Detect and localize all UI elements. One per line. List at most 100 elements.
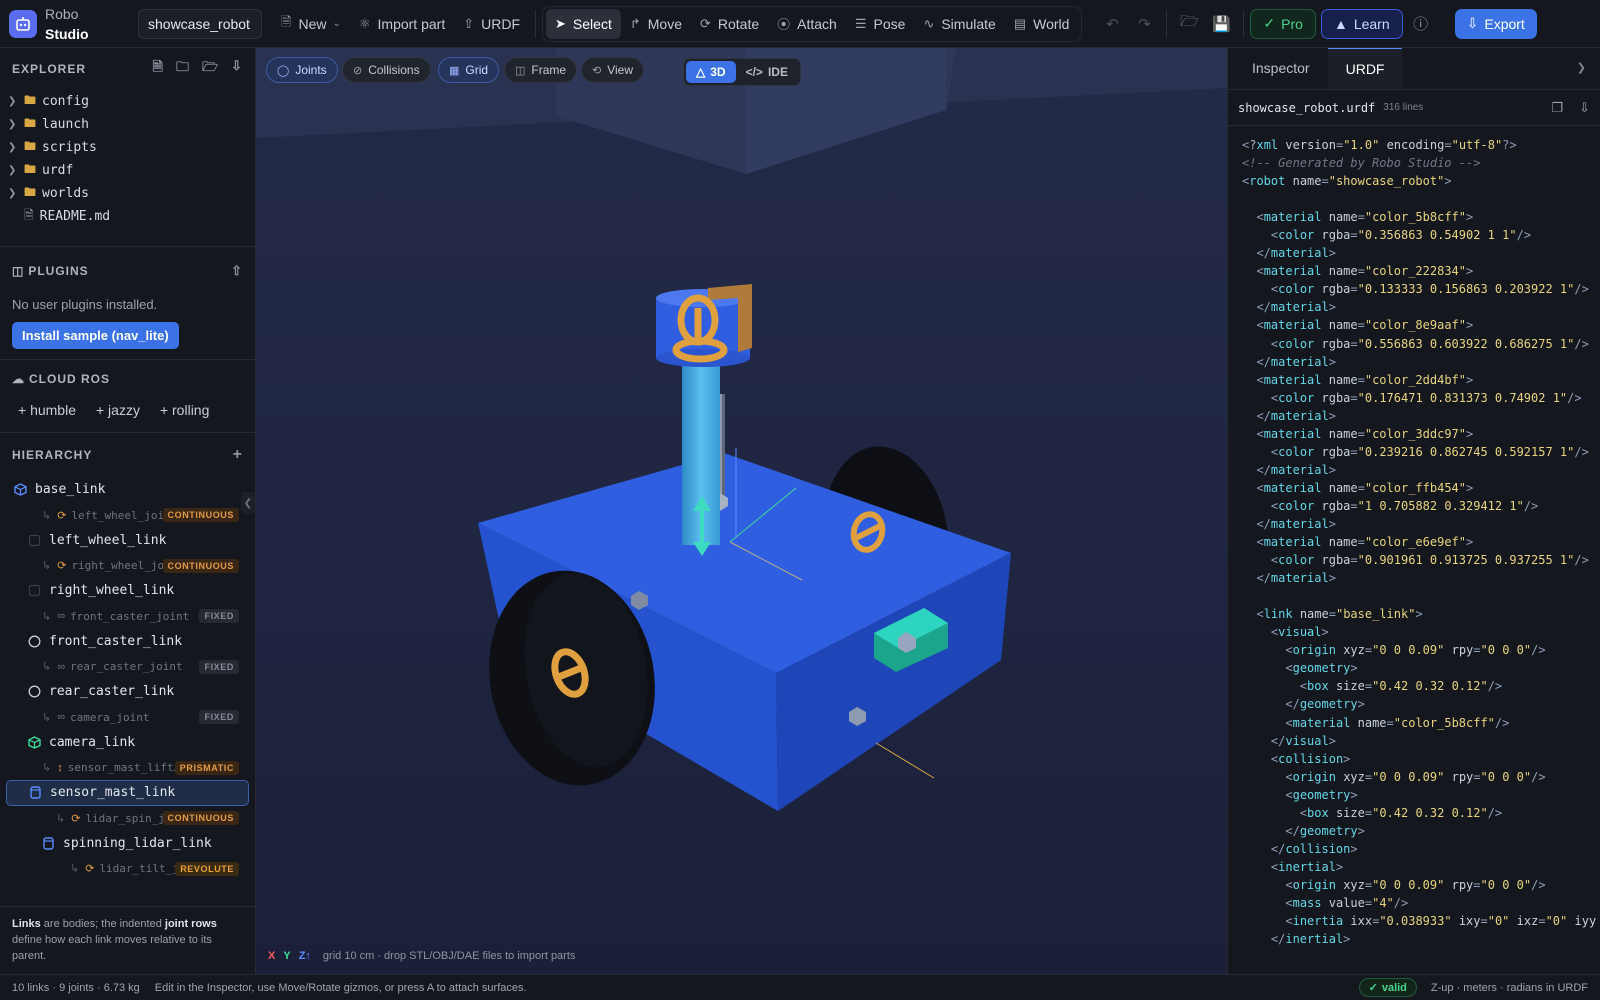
hierarchy-joint-row[interactable]: ↳ ⟳ lidar_tilt_j… REVOLUTE bbox=[6, 856, 249, 881]
code-line: <visual> bbox=[1270, 625, 1329, 640]
frame-toggle[interactable]: ◫ Frame bbox=[504, 57, 578, 83]
rotate-icon: ⟳ bbox=[699, 15, 711, 31]
urdf-code-view[interactable]: <?xml version="1.0" encoding="utf-8"?> <!… bbox=[1228, 126, 1600, 948]
validity-label: valid bbox=[1381, 981, 1407, 994]
new-label: New bbox=[298, 15, 327, 32]
add-humble-button[interactable]: + humble bbox=[18, 402, 76, 418]
joint-type-icon: ∞ bbox=[57, 660, 66, 673]
rotate-mode-button[interactable]: ⟳ Rotate bbox=[691, 9, 768, 39]
tree-folder-worlds[interactable]: ❯ 🖿 worlds bbox=[0, 182, 255, 205]
learn-button[interactable]: ▲ Learn bbox=[1320, 8, 1403, 39]
select-mode-button[interactable]: ➤ Select bbox=[546, 8, 621, 39]
tree-folder-urdf[interactable]: ❯ 🖿 urdf bbox=[0, 159, 255, 182]
tree-folder-launch[interactable]: ❯ 🖿 launch bbox=[0, 113, 255, 136]
code-line: <box size="0.42 0.32 0.12"/> bbox=[1299, 805, 1503, 820]
code-line: <material name="color_8e9aaf"> bbox=[1256, 318, 1474, 333]
map-icon: ▤ bbox=[1013, 15, 1027, 31]
hierarchy-joint-row[interactable]: ↳ ∞ rear_caster_joint FIXED bbox=[6, 654, 249, 679]
hierarchy-link-row[interactable]: front_caster_link bbox=[6, 629, 249, 655]
check-circle-icon: ✓ bbox=[1368, 982, 1378, 994]
view-ide-button[interactable]: </> IDE bbox=[736, 61, 798, 83]
tree-file-readme[interactable]: 🗎 README.md bbox=[0, 205, 255, 228]
link-name: base_link bbox=[35, 482, 106, 498]
save-icon[interactable]: 💾 bbox=[1205, 9, 1237, 39]
child-arrow-icon: ↳ bbox=[42, 509, 52, 522]
hierarchy-joint-row[interactable]: ↳ ⟳ lidar_spin_j… CONTINUOUS bbox=[6, 806, 249, 831]
tab-inspector[interactable]: Inspector bbox=[1234, 48, 1328, 89]
units-info: Z-up · meters · radians in URDF bbox=[1430, 981, 1588, 994]
scene-canvas[interactable] bbox=[256, 48, 1227, 974]
3d-viewport[interactable]: ◯ Joints ⊘ Collisions ▦ Grid ◫ Frame ⟲ View △… bbox=[256, 48, 1227, 974]
tree-folder-scripts[interactable]: ❯ 🖿 scripts bbox=[0, 136, 255, 159]
new-folder-icon[interactable]: 🗀 bbox=[176, 58, 190, 80]
hierarchy-joint-row[interactable]: ↳ ↕ sensor_mast_lift… PRISMATIC bbox=[6, 755, 249, 780]
folder-icon: 🖿 bbox=[24, 185, 37, 199]
new-file-icon[interactable]: 🗎 bbox=[153, 58, 164, 80]
hierarchy-link-row[interactable]: base_link bbox=[6, 477, 249, 503]
hierarchy-joint-row[interactable]: ↳ ∞ camera_joint FIXED bbox=[6, 705, 249, 730]
add-rolling-button[interactable]: + rolling bbox=[160, 402, 209, 418]
download-icon[interactable]: ⇩ bbox=[231, 58, 243, 80]
urdf-file-bar: showcase_robot.urdf 316 lines ❐ ⇩ bbox=[1228, 90, 1600, 126]
view-3d-button[interactable]: △ 3D bbox=[686, 61, 736, 83]
select-mode-label: Select bbox=[572, 15, 612, 32]
hierarchy-link-row[interactable]: sensor_mast_link bbox=[6, 780, 249, 806]
child-arrow-icon: ↳ bbox=[42, 711, 52, 724]
urdf-label: URDF bbox=[481, 15, 521, 32]
grid-toggle[interactable]: ▦ Grid bbox=[438, 57, 500, 83]
hierarchy-link-row[interactable]: left_wheel_link bbox=[6, 528, 249, 554]
pose-mode-button[interactable]: ☰ Pose bbox=[846, 9, 915, 39]
grid-toggle-label: Grid bbox=[465, 63, 489, 77]
import-part-button[interactable]: ⚛ Import part bbox=[350, 9, 454, 39]
install-sample-button[interactable]: Install sample (nav_lite) bbox=[12, 322, 179, 349]
download-icon[interactable]: ⇩ bbox=[1579, 100, 1590, 116]
code-line: </collision> bbox=[1270, 841, 1358, 856]
joint-type-icon: ⟳ bbox=[71, 812, 81, 825]
hierarchy-joint-row[interactable]: ↳ ⟳ left_wheel_joi… CONTINUOUS bbox=[6, 503, 249, 528]
code-line: <material name="color_5b8cff"/> bbox=[1285, 715, 1510, 730]
redo-icon[interactable]: ↷ bbox=[1128, 9, 1160, 39]
hierarchy-link-row[interactable]: rear_caster_link bbox=[6, 679, 249, 705]
hierarchy-joint-row[interactable]: ↳ ∞ front_caster_joint FIXED bbox=[6, 604, 249, 629]
view-toggle[interactable]: ⟲ View bbox=[581, 57, 645, 83]
urdf-button[interactable]: ⇧ URDF bbox=[454, 9, 529, 39]
hierarchy-joint-row[interactable]: ↳ ⟳ right_wheel_jo… CONTINUOUS bbox=[6, 553, 249, 578]
project-name-field[interactable]: showcase_robot bbox=[138, 8, 262, 39]
hierarchy-link-row[interactable]: right_wheel_link bbox=[6, 578, 249, 604]
hierarchy-header: HIERARCHY + bbox=[0, 433, 255, 477]
simulate-mode-button[interactable]: ∿ Simulate bbox=[914, 9, 1004, 39]
hierarchy-link-row[interactable]: spinning_lidar_link bbox=[6, 831, 249, 857]
upload-icon[interactable]: ⇧ bbox=[231, 263, 243, 279]
z-axis-label: Z↑ bbox=[298, 950, 311, 962]
export-button[interactable]: ⇩ Export bbox=[1454, 8, 1537, 39]
tree-folder-config[interactable]: ❯ 🖿 config bbox=[0, 90, 255, 113]
copy-icon[interactable]: ❐ bbox=[1551, 100, 1563, 116]
collapse-right-icon[interactable]: ❯ bbox=[1577, 61, 1586, 74]
joint-type-icon: ∞ bbox=[57, 610, 66, 622]
link-name: right_wheel_link bbox=[49, 583, 175, 599]
joint-type-icon: ⟳ bbox=[57, 560, 67, 572]
add-jazzy-button[interactable]: + jazzy bbox=[96, 402, 140, 418]
joint-name: lidar_spin_j… bbox=[85, 811, 172, 825]
pro-button[interactable]: ✓ Pro bbox=[1250, 8, 1316, 39]
top-toolbar: Robo Studio showcase_robot 🗎 New ⌄ ⚛ Import… bbox=[0, 0, 1600, 48]
open-folder-icon[interactable]: 🗁 bbox=[1173, 9, 1205, 39]
attach-mode-button[interactable]: ⦿ Attach bbox=[768, 9, 846, 39]
file-tree: ❯ 🖿 config ❯ 🖿 launch ❯ 🖿 scripts ❯ 🖿 urdf ❯ 🖿 wor… bbox=[0, 90, 255, 228]
undo-icon[interactable]: ↶ bbox=[1096, 9, 1128, 39]
toolbar-divider bbox=[1243, 9, 1245, 38]
collisions-toggle[interactable]: ⊘ Collisions bbox=[342, 57, 431, 83]
hierarchy-link-row[interactable]: camera_link bbox=[6, 730, 249, 756]
help-icon[interactable]: ⓘ bbox=[1405, 9, 1437, 39]
add-icon[interactable]: + bbox=[233, 446, 243, 464]
tab-urdf[interactable]: URDF bbox=[1327, 48, 1403, 89]
open-folder-icon[interactable]: 🗁 bbox=[202, 58, 219, 80]
world-mode-button[interactable]: ▤ World bbox=[1005, 9, 1079, 39]
move-mode-button[interactable]: ↱ Move bbox=[621, 9, 691, 39]
joints-toggle[interactable]: ◯ Joints bbox=[266, 57, 338, 83]
tree-file-label: README.md bbox=[39, 209, 111, 224]
new-button[interactable]: 🗎 New ⌄ bbox=[272, 9, 350, 39]
cloud-ros-title: CLOUD ROS bbox=[29, 372, 110, 386]
joint-name: lidar_tilt_j… bbox=[99, 862, 186, 875]
view-toggle-label: View bbox=[607, 63, 634, 77]
